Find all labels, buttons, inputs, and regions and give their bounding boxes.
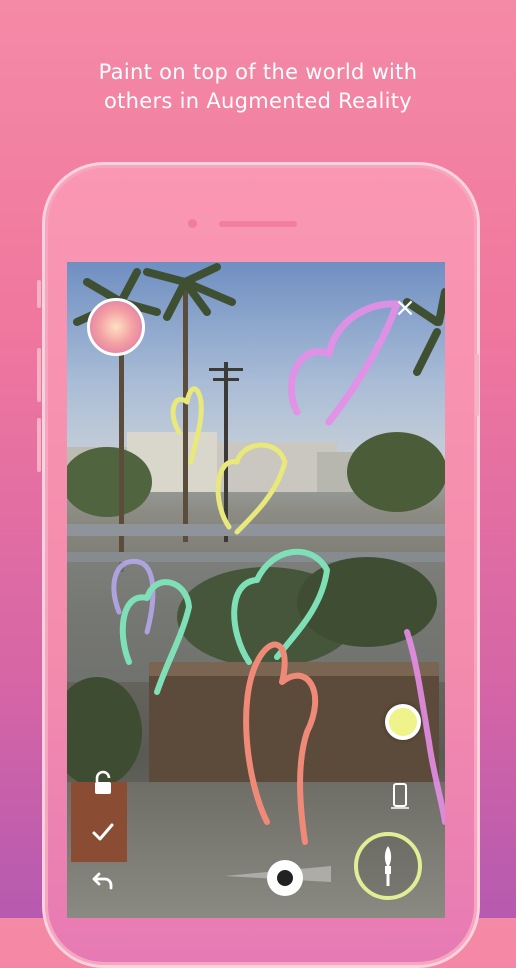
brush-icon (384, 846, 392, 886)
camera-scene (67, 262, 445, 918)
brush-size-knob-center (277, 870, 293, 886)
volume-up-button (37, 348, 41, 402)
check-icon[interactable] (91, 820, 115, 844)
power-button (475, 354, 479, 416)
headline-line-2: others in Augmented Reality (103, 89, 413, 113)
utility-pole-arm (209, 368, 243, 371)
color-picker[interactable] (385, 704, 421, 740)
headline-line-1: Paint on top of the world with (98, 60, 418, 84)
tree (347, 432, 445, 512)
brush-size-knob[interactable] (267, 860, 303, 896)
avatar-icon[interactable] (87, 298, 145, 356)
brush-button[interactable] (354, 832, 422, 900)
ar-camera-view[interactable]: × (67, 262, 445, 918)
undo-icon[interactable] (91, 868, 115, 892)
close-icon[interactable]: × (391, 294, 419, 322)
railing-top-bar (67, 524, 445, 536)
earpiece-speaker (219, 221, 297, 227)
volume-down-button (37, 418, 41, 472)
lock-icon[interactable] (91, 770, 115, 796)
utility-pole-arm (213, 378, 239, 381)
front-camera (188, 219, 197, 228)
palm-trunk (183, 282, 188, 542)
phone-icon[interactable] (389, 782, 411, 810)
mute-switch (37, 280, 41, 308)
headline: Paint on top of the world with others in… (0, 58, 516, 116)
